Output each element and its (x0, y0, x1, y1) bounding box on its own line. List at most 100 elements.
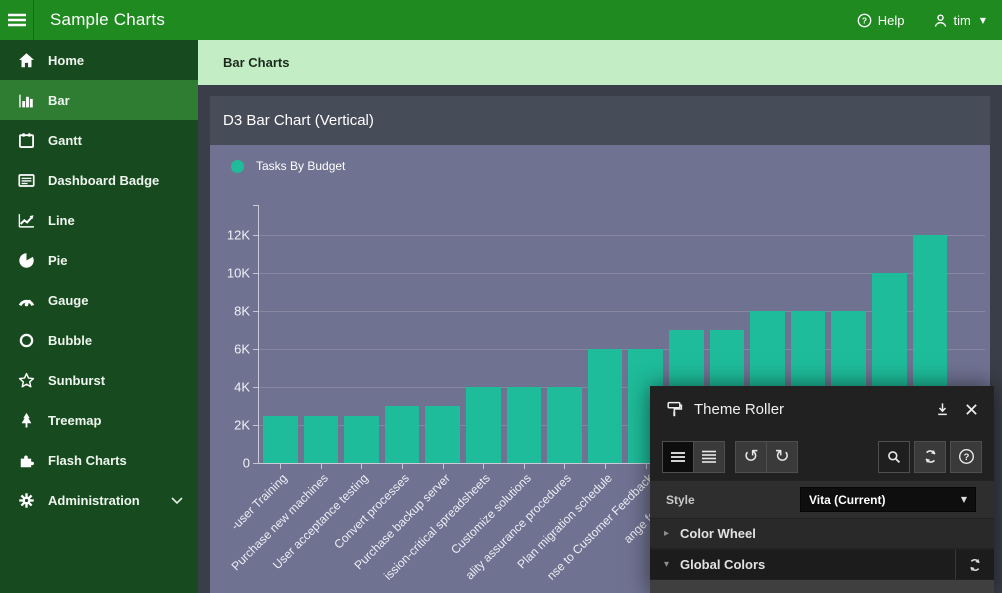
legend-marker-icon (231, 160, 244, 173)
list-4-lines-icon (701, 450, 717, 464)
pie-chart-icon (18, 252, 35, 269)
sidebar-item-administration[interactable]: Administration (0, 480, 198, 520)
bar[interactable] (547, 387, 582, 463)
sidebar-item-label: Gantt (48, 133, 82, 148)
user-menu[interactable]: tim ▼ (933, 13, 987, 28)
undo-button[interactable]: ↺ (735, 441, 767, 473)
bar[interactable] (304, 416, 339, 464)
paint-roller-icon (665, 400, 684, 419)
hamburger-menu-button[interactable] (0, 0, 33, 40)
style-select[interactable]: Vita (Current) ▼ (800, 487, 976, 512)
x-axis-tick (483, 464, 484, 469)
y-axis-tick (253, 273, 258, 274)
x-axis-tick (605, 464, 606, 469)
x-axis-tick (443, 464, 444, 469)
theme-roller-header: Theme Roller (650, 386, 994, 433)
bar[interactable] (466, 387, 501, 463)
legend-label: Tasks By Budget (256, 159, 345, 173)
sidebar-item-home[interactable]: Home (0, 40, 198, 80)
search-icon (886, 449, 902, 465)
style-row: Style Vita (Current) ▼ (650, 481, 994, 518)
question-circle-icon: ? (958, 448, 975, 465)
sidebar-item-gantt[interactable]: Gantt (0, 120, 198, 160)
sync-icon (967, 557, 983, 573)
accordion-section-color-wheel[interactable]: ▸Color Wheel (650, 519, 994, 548)
compact-list-view-button[interactable] (662, 441, 694, 473)
sidebar-item-gauge[interactable]: Gauge (0, 280, 198, 320)
sidebar-item-sunburst[interactable]: Sunburst (0, 360, 198, 400)
sidebar-item-label: Line (48, 213, 75, 228)
y-axis-tick (253, 463, 258, 464)
sidebar-item-label: Bubble (48, 333, 92, 348)
bar[interactable] (588, 349, 623, 463)
bar[interactable] (425, 406, 460, 463)
sidebar-item-bar[interactable]: Bar (0, 80, 198, 120)
style-label: Style (666, 493, 695, 507)
sidebar-item-bubble[interactable]: Bubble (0, 320, 198, 360)
redo-button[interactable]: ↻ (766, 441, 798, 473)
x-axis-tick (524, 464, 525, 469)
y-axis-tick (253, 425, 258, 426)
undo-icon: ↺ (743, 448, 758, 466)
y-axis-label: 10K (210, 266, 250, 281)
triangle-down-icon: ▾ (664, 559, 680, 570)
x-axis-tick (402, 464, 403, 469)
dashboard-badge-icon (18, 172, 35, 189)
y-axis-top-tick (253, 205, 258, 206)
close-icon (965, 403, 978, 416)
theme-roller-help-button[interactable]: ? (950, 441, 982, 473)
panel-title: D3 Bar Chart (Vertical) (223, 112, 374, 129)
bar[interactable] (507, 387, 542, 463)
panel-titlebar: D3 Bar Chart (Vertical) (210, 96, 990, 145)
sunburst-icon (18, 372, 35, 389)
y-axis-tick (253, 387, 258, 388)
svg-text:?: ? (862, 15, 867, 25)
sidebar-item-flash-charts[interactable]: Flash Charts (0, 440, 198, 480)
sidebar-item-dashboard-badge[interactable]: Dashboard Badge (0, 160, 198, 200)
y-axis-line (258, 205, 259, 463)
chart-legend[interactable]: Tasks By Budget (231, 159, 345, 173)
page-header: Bar Charts (198, 40, 1002, 85)
calendar-icon (18, 132, 35, 149)
bar[interactable] (263, 416, 298, 464)
x-axis-tick (280, 464, 281, 469)
bar[interactable] (385, 406, 420, 463)
theme-roller-header-actions (935, 402, 978, 417)
home-icon (18, 52, 35, 69)
y-axis-tick (253, 235, 258, 236)
close-button[interactable] (965, 403, 978, 416)
sidebar-item-line[interactable]: Line (0, 200, 198, 240)
y-axis-tick (253, 349, 258, 350)
bubble-icon (18, 332, 35, 349)
download-icon (935, 402, 950, 417)
sidebar-item-label: Sunburst (48, 373, 105, 388)
sidebar-item-label: Gauge (48, 293, 88, 308)
help-circle-icon: ? (857, 13, 872, 28)
refresh-global-colors-button[interactable] (955, 550, 994, 579)
refresh-theme-button[interactable] (914, 441, 946, 473)
user-name: tim (954, 13, 971, 28)
user-icon (933, 13, 948, 28)
chevron-down-icon: ▼ (980, 16, 986, 25)
topbar-divider (33, 0, 34, 40)
sidebar-item-pie[interactable]: Pie (0, 240, 198, 280)
theme-roller-sections: ▸Color Wheel▾Global Colors (650, 518, 994, 579)
y-axis-label: 0 (210, 456, 250, 471)
help-button[interactable]: ? Help (857, 13, 905, 28)
x-axis-tick (646, 464, 647, 469)
search-button[interactable] (878, 441, 910, 473)
sidebar-item-label: Pie (48, 253, 68, 268)
chevron-down-icon (171, 497, 183, 505)
bar[interactable] (344, 416, 379, 464)
theme-roller-content-strip (650, 580, 994, 593)
y-axis-label: 6K (210, 342, 250, 357)
sidebar-item-treemap[interactable]: Treemap (0, 400, 198, 440)
accordion-section-global-colors[interactable]: ▾Global Colors (650, 550, 994, 579)
accordion-section-label: Global Colors (680, 557, 765, 572)
x-axis-tick (321, 464, 322, 469)
download-theme-button[interactable] (935, 402, 950, 417)
svg-text:?: ? (963, 452, 969, 463)
theme-roller-toolbar: ↺ ↻ ? (650, 433, 994, 480)
detailed-list-view-button[interactable] (693, 441, 725, 473)
gauge-icon (18, 292, 35, 309)
